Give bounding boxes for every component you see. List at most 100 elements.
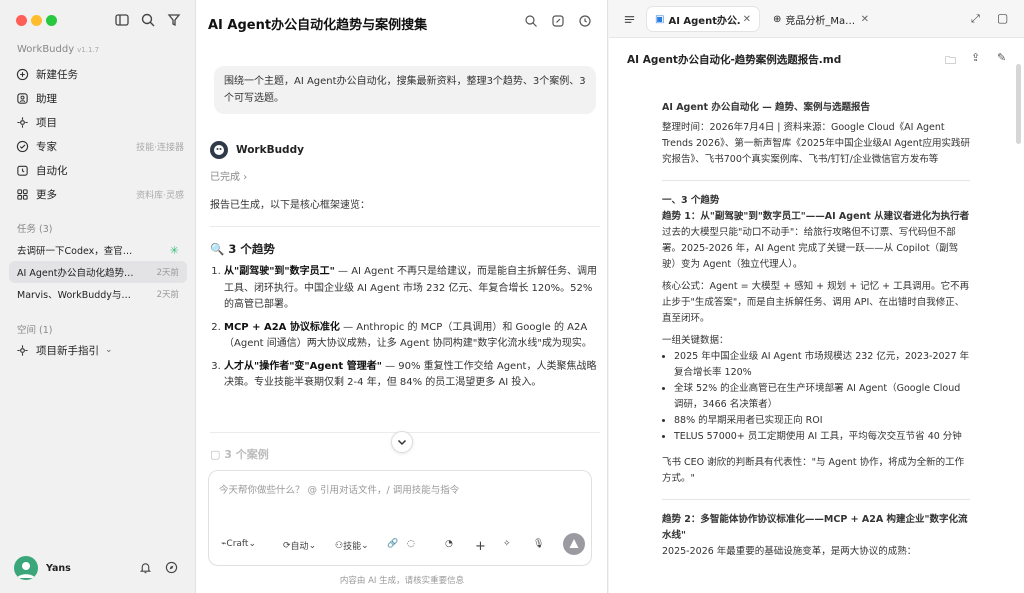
scroll-down-button[interactable] bbox=[391, 431, 413, 453]
trends-heading: 🔍 3 个趋势 bbox=[210, 242, 275, 256]
nav-label: 自动化 bbox=[36, 164, 68, 177]
document-content: AI Agent 办公自动化 — 趋势、案例与选题报告 整理时间：2026年7月… bbox=[662, 100, 970, 560]
nav-label: 助理 bbox=[36, 92, 57, 105]
tab-bar: ▣ AI Agent办公… ✕ ⊕ 竞品分析_Ma… ✕ ⤢ ▢ bbox=[609, 0, 1024, 38]
nav-assistant[interactable]: 助理 bbox=[16, 88, 184, 108]
brand-name: WorkBuddy bbox=[17, 44, 75, 55]
space-label: 项目新手指引 bbox=[36, 344, 99, 357]
task-item[interactable]: AI Agent办公自动化趋势与… 2天前 bbox=[9, 261, 187, 283]
chat-pane: AI Agent办公自动化趋势与案例搜集 围绕一个主题，AI Agent办公自动… bbox=[196, 0, 608, 593]
assistant-icon bbox=[17, 92, 28, 104]
bell-icon[interactable] bbox=[139, 561, 152, 574]
paragraph: 核心公式：Agent = 大模型 + 感知 + 规划 + 记忆 + 工具调用。它… bbox=[662, 281, 970, 324]
magic-icon[interactable]: ✧ bbox=[503, 539, 511, 549]
avatar[interactable] bbox=[14, 556, 38, 580]
menu-icon[interactable] bbox=[623, 13, 636, 26]
chevron-down-icon: ⌄ bbox=[248, 539, 257, 549]
divider bbox=[210, 226, 600, 227]
list-item: 全球 52% 的企业高管已在生产环境部署 AI Agent（Google Clo… bbox=[674, 381, 970, 413]
tab-label: AI Agent办公… bbox=[668, 15, 741, 27]
quote: 飞书 CEO 谢欣的判断具有代表性："与 Agent 协作，将成为全新的工作方式… bbox=[662, 457, 965, 484]
nav-expert[interactable]: 专家 技能·连接器 bbox=[16, 136, 184, 156]
sidebar-toggle-icon[interactable] bbox=[114, 12, 130, 28]
chevron-right-icon: › bbox=[243, 172, 248, 183]
clock-icon bbox=[17, 165, 28, 176]
bot-name: WorkBuddy bbox=[236, 144, 304, 156]
craft-selector[interactable]: ⌁ Craft ⌄ bbox=[221, 539, 256, 549]
search-icon[interactable] bbox=[524, 14, 538, 28]
data-list: 2025 年中国企业级 AI Agent 市场规模达 232 亿元，2023-2… bbox=[674, 349, 970, 445]
history-icon[interactable] bbox=[578, 14, 592, 28]
brand: WorkBuddy v1.1.7 bbox=[17, 44, 99, 55]
nav-project[interactable]: 项目 bbox=[16, 112, 184, 132]
composer-placeholder[interactable]: 今天帮你做些什么？ @ 引用对话文件，/ 调用技能与指令 bbox=[219, 482, 459, 496]
nav-label: 更多 bbox=[36, 188, 57, 201]
paragraph: 2025-2026 年最重要的基础设施变革，是两大协议的成熟： bbox=[662, 546, 917, 557]
expert-icon bbox=[16, 140, 29, 152]
doc-meta: 整理时间：2026年7月4日 | 资料来源：Google Cloud《AI Ag… bbox=[662, 122, 971, 165]
tasks-header[interactable]: 任务 (3) bbox=[17, 221, 52, 235]
project-icon bbox=[17, 344, 28, 356]
filter-icon[interactable] bbox=[166, 12, 182, 28]
paragraph: 过去的大模型只能"动口不动手"：给旅行攻略但不订票、写代码但不部署。2025-2… bbox=[662, 227, 959, 270]
send-button[interactable] bbox=[563, 533, 585, 555]
status-toggle[interactable]: 已完成 › bbox=[210, 168, 247, 183]
nav-automation[interactable]: 自动化 bbox=[16, 160, 184, 180]
close-window-button[interactable] bbox=[16, 15, 27, 26]
task-title: Marvis、WorkBuddy与Qcla… bbox=[17, 290, 137, 301]
list-item: 人才从"操作者"变"Agent 管理者" — 90% 重复性工作交给 Agent… bbox=[224, 359, 599, 392]
checkbox-icon: ▢ bbox=[210, 448, 225, 461]
auto-label: 自动 bbox=[290, 542, 309, 552]
scrollbar[interactable] bbox=[1016, 64, 1021, 144]
doc-title: AI Agent 办公自动化 — 趋势、案例与选题报告 bbox=[662, 102, 871, 113]
list-item: 88% 的早期采用者已实现正向 ROI bbox=[674, 413, 970, 429]
nav-more[interactable]: 更多 资料库·灵感 bbox=[16, 184, 184, 204]
edit-icon[interactable]: ✎ bbox=[997, 51, 1006, 64]
tab-report[interactable]: ▣ AI Agent办公… ✕ bbox=[647, 7, 759, 31]
user-message: 围绕一个主题，AI Agent办公自动化，搜集最新资料，整理3个趋势、3个案例、… bbox=[214, 66, 596, 114]
task-item[interactable]: 去调研一下Codex，查官网、… ✳ bbox=[9, 239, 187, 261]
search-icon[interactable] bbox=[140, 12, 156, 28]
app-window: WorkBuddy v1.1.7 新建任务 助理 项目 专家 技能·连接器 自动化… bbox=[0, 0, 1024, 593]
doc-icon: ▣ bbox=[655, 13, 665, 25]
globe-icon: ⊕ bbox=[773, 13, 782, 25]
divider bbox=[662, 499, 970, 500]
folder-icon[interactable]: 🗀 bbox=[945, 52, 956, 71]
task-item[interactable]: Marvis、WorkBuddy与Qcla… 2天前 bbox=[9, 283, 187, 305]
chevron-down-icon bbox=[397, 439, 407, 446]
disclaimer: 内容由 AI 生成，请核实重要信息 bbox=[339, 576, 465, 586]
trend-title: 人才从"操作者"变"Agent 管理者" bbox=[224, 360, 382, 372]
nav-new-task[interactable]: 新建任务 bbox=[16, 64, 184, 84]
compass-icon[interactable] bbox=[165, 561, 178, 574]
tab-competitive[interactable]: ⊕ 竞品分析_Ma… ✕ bbox=[765, 7, 877, 31]
status-label: 已完成 bbox=[210, 172, 240, 183]
zoom-window-button[interactable] bbox=[46, 15, 57, 26]
trends-list: 从"副驾驶"到"数字员工" — AI Agent 不再只是给建议，而是能自主拆解… bbox=[214, 264, 599, 398]
more-icon bbox=[17, 188, 28, 200]
project-icon bbox=[17, 116, 28, 128]
minimize-window-button[interactable] bbox=[31, 15, 42, 26]
spaces-header[interactable]: 空间 (1) bbox=[17, 322, 52, 336]
message-composer[interactable]: 今天帮你做些什么？ @ 引用对话文件，/ 调用技能与指令 ⌁ Craft ⌄ ⟳… bbox=[208, 470, 592, 566]
link-icon[interactable]: 🔗 bbox=[387, 539, 398, 549]
skills-selector[interactable]: ⚇ 技能 ⌄ bbox=[335, 539, 369, 553]
space-item[interactable]: 项目新手指引 ⌄ bbox=[16, 340, 184, 360]
task-title: AI Agent办公自动化趋势与… bbox=[17, 268, 137, 279]
plus-icon[interactable]: + bbox=[475, 539, 486, 554]
file-name: AI Agent办公自动化-趋势案例选题报告.md bbox=[627, 54, 842, 66]
mic-icon[interactable]: 🎙 bbox=[533, 539, 544, 549]
skills-icon: ⚇ bbox=[335, 540, 344, 551]
close-icon[interactable]: ✕ bbox=[743, 14, 751, 25]
section-heading: 一、3 个趋势 bbox=[662, 195, 720, 206]
auto-selector[interactable]: ⟳ 自动 ⌄ bbox=[283, 539, 316, 553]
craft-label: Craft bbox=[226, 539, 249, 549]
upload-icon[interactable]: ⇪ bbox=[971, 51, 980, 64]
check-icon[interactable]: ◌ bbox=[407, 539, 415, 549]
expand-icon[interactable]: ⤢ bbox=[971, 12, 980, 26]
close-icon[interactable]: ✕ bbox=[861, 14, 869, 25]
trend-heading: 趋势 2：多智能体协作协议标准化——MCP + A2A 构建企业"数字化流水线" bbox=[662, 514, 968, 541]
bot-avatar bbox=[210, 141, 228, 159]
nav-hint: 资料库·灵感 bbox=[136, 190, 184, 201]
panel-icon[interactable]: ▢ bbox=[997, 11, 1008, 25]
edit-icon[interactable] bbox=[551, 14, 565, 28]
